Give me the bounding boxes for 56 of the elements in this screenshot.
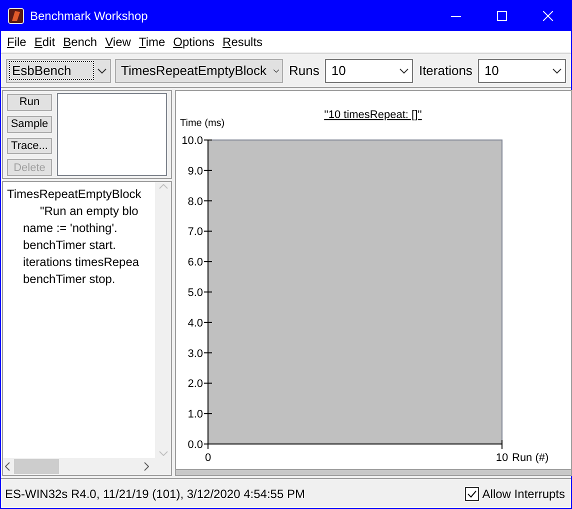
chevron-down-icon — [97, 68, 108, 74]
app-icon — [8, 8, 24, 24]
y-tick-label: 0.0 — [188, 439, 203, 451]
close-icon[interactable] — [543, 11, 553, 21]
code-line: "Run an empty blo — [39, 203, 140, 220]
runs-dropdown[interactable]: 10 — [325, 58, 413, 82]
x-axis-label: Run (#) — [512, 452, 549, 464]
status-text: ES-WIN32s R4.0, 11/21/19 (101), 3/12/2020 4:54:55 PM — [5, 486, 306, 500]
horizontal-scrollbar[interactable] — [3, 458, 171, 475]
results-list[interactable] — [57, 93, 167, 176]
runs-label: Runs — [289, 63, 320, 78]
y-tick-label: 3.0 — [188, 348, 203, 360]
chevron-down-icon — [398, 68, 409, 74]
action-button[interactable]: Sample — [7, 116, 52, 132]
menu-item[interactable]: File — [6, 34, 32, 48]
action-button[interactable]: Run — [7, 94, 52, 111]
x-tick-label: 10 — [496, 452, 508, 464]
y-tick-label: 2.0 — [188, 378, 203, 390]
chevron-down-icon — [272, 68, 280, 74]
maximize-icon[interactable] — [497, 11, 507, 21]
chevron-left-icon — [5, 462, 10, 471]
y-tick-label: 5.0 — [188, 287, 203, 299]
chevron-right-icon — [144, 462, 149, 471]
y-tick-label: 10.0 — [182, 135, 203, 147]
y-tick-label: 6.0 — [188, 256, 203, 269]
chevron-up-icon — [158, 184, 168, 189]
benchmark-dropdown[interactable]: TimesRepeatEmptyBlock — [115, 58, 284, 82]
code-line: TimesRepeatEmptyBlock — [7, 186, 142, 203]
checkmark-icon — [467, 490, 478, 498]
code-line: name := 'nothing'. — [22, 220, 118, 237]
suite-dropdown[interactable]: EsbBench — [6, 58, 112, 82]
action-button[interactable]: Trace... — [7, 138, 52, 154]
iterations-label: Iterations — [418, 63, 472, 78]
code-line: benchTimer start. — [22, 237, 117, 254]
y-tick-label: 7.0 — [188, 226, 203, 238]
menu-item[interactable]: View — [104, 34, 136, 48]
menu-item[interactable]: Options — [172, 34, 220, 48]
menu-item[interactable]: Bench — [62, 34, 102, 48]
menu-item[interactable]: Edit — [33, 34, 60, 48]
y-axis-label: Time (ms) — [180, 118, 225, 129]
y-tick-label: 8.0 — [188, 196, 203, 208]
code-line: iterations timesRepea — [22, 254, 140, 271]
allow-interrupts-checkbox[interactable]: Allow Interrupts — [465, 486, 565, 500]
x-tick-label: 0 — [204, 452, 212, 464]
chart-title: ''10 timesRepeat: []'' — [324, 109, 422, 121]
code-line: benchTimer stop. — [22, 271, 116, 288]
y-tick-label: 1.0 — [188, 408, 203, 421]
menu-item[interactable]: Time — [138, 34, 170, 48]
vertical-scrollbar[interactable] — [155, 182, 171, 458]
chevron-down-icon — [158, 451, 168, 456]
y-tick-label: 4.0 — [188, 317, 203, 330]
menu-item[interactable]: Results — [222, 34, 268, 48]
iterations-dropdown[interactable]: 10 — [478, 58, 566, 82]
y-tick-label: 9.0 — [188, 165, 203, 178]
window-title: Benchmark Workshop — [30, 9, 149, 23]
chevron-down-icon — [552, 68, 562, 74]
